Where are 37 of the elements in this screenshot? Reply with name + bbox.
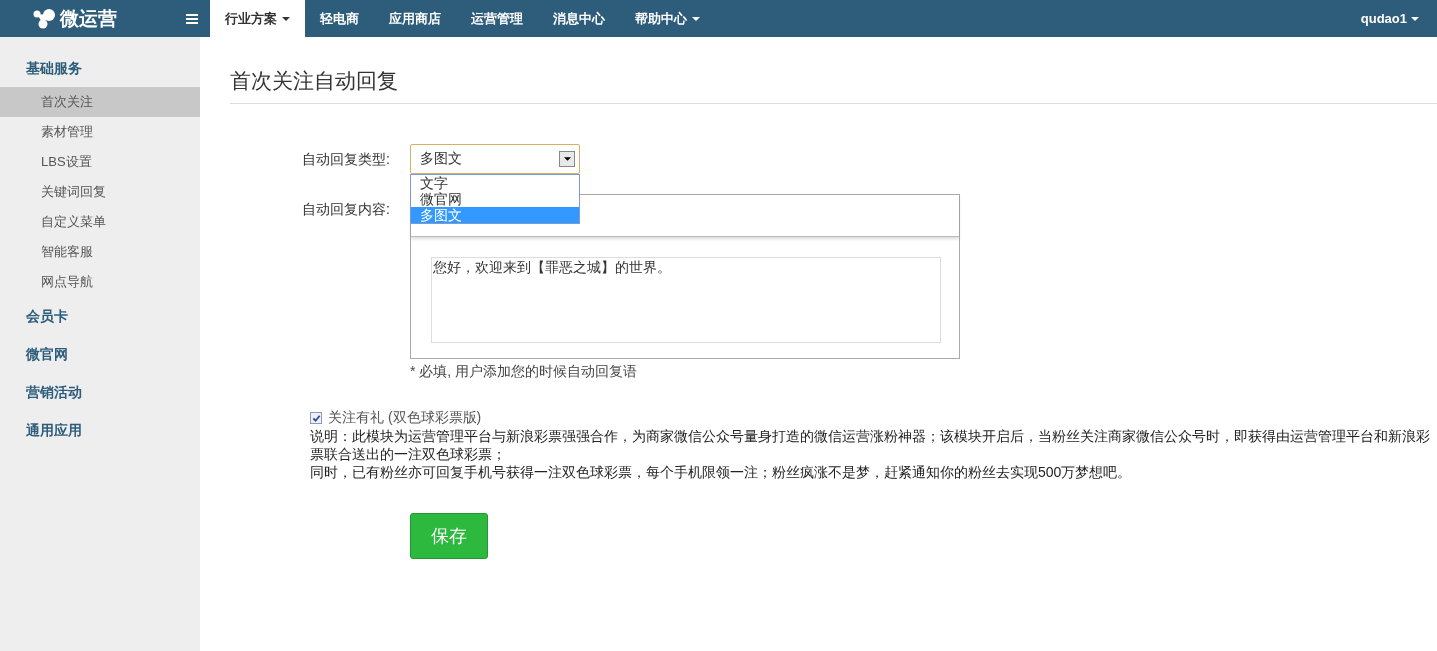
checkbox-label: 关注有礼 (双色球彩票版) [328, 409, 482, 427]
nav-tab[interactable]: 行业方案 [210, 0, 305, 37]
field-label: 自动回复类型: [302, 150, 391, 169]
sidebar-item[interactable]: LBS设置 [0, 147, 200, 177]
dropdown-option[interactable]: 文字 [411, 175, 579, 191]
sidebar-item[interactable]: 关键词回复 [0, 177, 200, 207]
molecule-logo-icon [32, 8, 56, 29]
nav-tab[interactable]: 消息中心 [538, 0, 620, 37]
description-text: 说明：此模块为运营管理平台与新浪彩票强强合作，为商家微信公众号量身打造的微信运营涨粉神器；该模块开启后，当粉丝关注商家微信公众号时，即获得由运营管理平台和新浪彩票联合送出的一注双色球彩票； [310, 427, 1431, 463]
nav-tab[interactable]: 轻电商 [305, 0, 374, 37]
logo-text: 微运营 [60, 6, 117, 31]
sidebar-group[interactable]: 会员卡 [0, 297, 200, 335]
dropdown-option[interactable]: 微官网 [411, 191, 579, 207]
sidebar-item[interactable]: 素材管理 [0, 117, 200, 147]
sidebar-item[interactable]: 网点导航 [0, 267, 200, 297]
select-field[interactable]: 多图文 [410, 144, 580, 174]
help-text: * 必填, 用户添加您的时候自动回复语 [410, 363, 639, 381]
sidebar-item[interactable]: 首次关注 [0, 87, 200, 117]
nav-tab[interactable]: 运营管理 [456, 0, 538, 37]
checkbox[interactable] [310, 412, 322, 424]
sidebar-group[interactable]: 基础服务 [0, 49, 200, 87]
text-area[interactable]: 您好，欢迎来到【罪恶之城】的世界。 [431, 257, 941, 343]
nav-tab[interactable]: 应用商店 [374, 0, 456, 37]
sidebar-item[interactable]: 智能客服 [0, 237, 200, 267]
nav-tab[interactable]: 帮助中心 [620, 0, 715, 37]
caret-icon [692, 16, 700, 21]
description-text: 同时，已有粉丝亦可回复手机号获得一注双色球彩票，每个手机限领一注；粉丝疯涨不是梦，赶紧通知你的粉丝去实现500万梦想吧。 [310, 463, 1133, 481]
sidebar-item[interactable]: 自定义菜单 [0, 207, 200, 237]
caret-icon [563, 157, 571, 161]
sidebar-group[interactable]: 微官网 [0, 335, 200, 373]
page-title: 首次关注自动回复 [230, 67, 1437, 104]
sidebar-group[interactable]: 营销活动 [0, 373, 200, 411]
user-menu[interactable]: qudao1 [1360, 11, 1437, 26]
caret-icon [1411, 16, 1419, 21]
sidebar-group[interactable]: 通用应用 [0, 411, 200, 449]
field-label: 自动回复内容: [302, 200, 391, 219]
caret-icon [282, 16, 290, 21]
